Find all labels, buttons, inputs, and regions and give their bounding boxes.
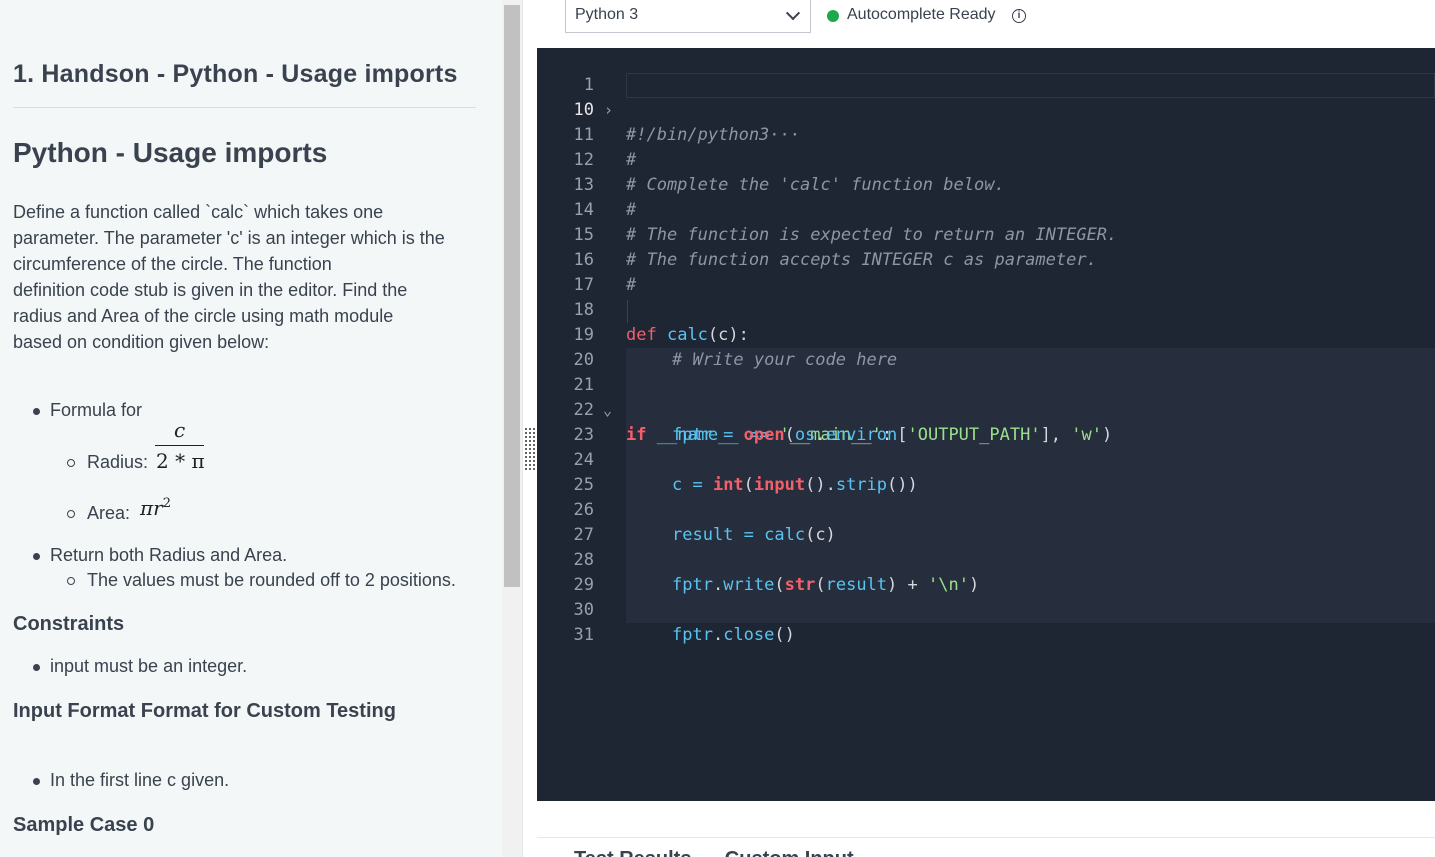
bullet-ring <box>67 577 75 585</box>
constraint-text: input must be an integer. <box>50 656 248 676</box>
bullet-dot <box>33 553 40 560</box>
code-line[interactable]: 20 <box>537 323 1435 370</box>
problem-pane: 1. Handson - Python - Usage imports Pyth… <box>0 0 502 857</box>
language-select[interactable]: Python 3 <box>565 0 811 33</box>
radius-numerator: c <box>174 418 186 442</box>
fptr-ref: fptr <box>672 625 713 645</box>
return-text: Return both Radius and Area. <box>50 545 288 565</box>
chevron-down-icon <box>785 6 801 21</box>
dot: . <box>712 625 724 645</box>
code-line[interactable]: 11 # <box>537 98 1435 170</box>
splitter-grip-icon[interactable] <box>524 427 536 471</box>
title-divider <box>13 107 476 108</box>
code-line[interactable]: 15 # The function accepts INTEGER c as p… <box>537 198 1435 270</box>
info-icon[interactable]: i <box>1012 9 1026 23</box>
bottom-panel: Test Results Custom Input <box>537 837 1435 857</box>
area-exponent: 2 <box>162 495 171 511</box>
code-line[interactable]: 16 # <box>537 223 1435 295</box>
input-format-text: In the first line c given. <box>50 770 230 790</box>
area-formula: πr2 <box>140 496 171 520</box>
constraints-heading: Constraints <box>13 613 125 635</box>
code-line[interactable]: 18 def calc(c): <box>537 273 1435 345</box>
code-editor[interactable]: 1 › #!/bin/python3··· 10 11 # 12 # Compl… <box>537 48 1435 801</box>
bottom-tabs[interactable]: Test Results Custom Input <box>574 848 854 857</box>
formula-label: Formula for <box>50 400 143 420</box>
radius-denominator: 2 * π <box>156 449 205 473</box>
code-line[interactable]: 27 <box>537 498 1435 545</box>
method-close: close <box>723 625 775 645</box>
status-dot-icon <box>827 10 839 22</box>
code-line[interactable]: 13 # <box>537 148 1435 220</box>
code-line[interactable]: 30 fptr.close() <box>537 573 1435 645</box>
code-line[interactable]: 17 <box>537 248 1435 295</box>
rounding-text: The values must be rounded off to 2 posi… <box>87 570 456 590</box>
language-select-value: Python 3 <box>575 6 639 23</box>
radius-label: Radius: <box>87 452 149 472</box>
code-line[interactable]: 14 # The function is expected to return … <box>537 173 1435 245</box>
code-line[interactable]: 1 › #!/bin/python3··· <box>537 48 1435 145</box>
sample-case-heading: Sample Case 0 <box>13 814 155 836</box>
code-line[interactable]: 10 <box>537 73 1435 120</box>
code-line[interactable]: 29 <box>537 548 1435 595</box>
bullet-dot <box>33 778 40 785</box>
bullet-ring <box>67 459 75 467</box>
code-line[interactable]: 31 <box>537 598 1435 645</box>
code-line[interactable]: 12 # Complete the 'calc' function below. <box>537 123 1435 195</box>
autocomplete-status: Autocomplete Ready <box>847 6 996 23</box>
input-format-heading: Input Format Format for Custom Testing <box>13 700 396 722</box>
problem-scrollbar-thumb[interactable] <box>504 5 520 587</box>
paren-pair: () <box>774 625 795 645</box>
area-formula-text: πr <box>140 496 163 520</box>
bullet-ring <box>67 510 75 518</box>
bullet-dot <box>33 408 40 415</box>
problem-heading: Python - Usage imports <box>13 137 328 168</box>
code-line[interactable]: 23 <box>537 398 1435 445</box>
code-text: fptr.close() <box>672 623 795 648</box>
code-line[interactable]: 22 fptr = open(os.environ['OUTPUT_PATH']… <box>537 373 1435 445</box>
code-line[interactable]: 28 fptr.write(str(result) + '\n') <box>537 523 1435 595</box>
area-label: Area: <box>87 503 131 523</box>
fraction-bar <box>155 445 204 446</box>
problem-description: Define a function called `calc` which ta… <box>13 199 483 355</box>
problem-description-text: Define a function called `calc` which ta… <box>13 202 445 352</box>
bullet-dot <box>33 664 40 671</box>
line-number: 31 <box>573 625 594 645</box>
code-line[interactable]: 24 c = int(input().strip()) <box>537 423 1435 495</box>
code-line[interactable]: 21 ⌄ if __name__ == '__main__': <box>537 348 1435 445</box>
code-line[interactable]: 26 result = calc(c) <box>537 473 1435 545</box>
code-line[interactable]: 25 <box>537 448 1435 495</box>
radius-formula: c 2 * π <box>154 418 205 478</box>
problem-title: 1. Handson - Python - Usage imports <box>13 60 458 88</box>
code-line[interactable]: 19 # Write your code here <box>537 298 1435 370</box>
